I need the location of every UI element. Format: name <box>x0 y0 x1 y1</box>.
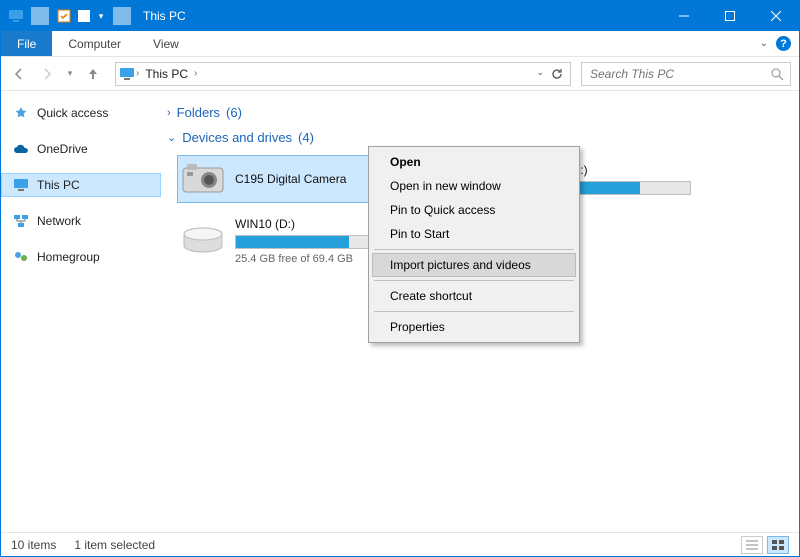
window-title: This PC <box>143 9 186 23</box>
context-menu: Open Open in new window Pin to Quick acc… <box>368 146 580 343</box>
search-input[interactable] <box>588 66 770 82</box>
sidebar-item-network[interactable]: Network <box>1 209 161 233</box>
hard-drive-icon <box>181 221 225 261</box>
ctx-open-new-window[interactable]: Open in new window <box>372 174 576 198</box>
maximize-button[interactable] <box>707 1 753 31</box>
forward-button[interactable] <box>35 62 59 86</box>
group-header-devices[interactable]: ⌄ Devices and drives (4) <box>167 130 783 145</box>
sidebar-item-label: Quick access <box>37 106 108 120</box>
help-icon[interactable]: ? <box>776 36 791 51</box>
tab-computer[interactable]: Computer <box>52 31 137 56</box>
ribbon-expand-icon[interactable]: ⌄ <box>760 38 768 49</box>
refresh-icon[interactable] <box>550 67 564 81</box>
pc-icon <box>118 65 136 83</box>
details-view-button[interactable] <box>741 536 763 554</box>
ctx-pin-quick-access[interactable]: Pin to Quick access <box>372 198 576 222</box>
group-count: (6) <box>226 105 242 120</box>
qat-newfolder-icon[interactable] <box>75 7 93 25</box>
sidebar-item-label: OneDrive <box>37 142 88 156</box>
minimize-button[interactable] <box>661 1 707 31</box>
ctx-pin-to-start[interactable]: Pin to Start <box>372 222 576 246</box>
file-tab[interactable]: File <box>1 31 52 56</box>
tab-view[interactable]: View <box>137 31 195 56</box>
back-button[interactable] <box>7 62 31 86</box>
group-label: Devices and drives <box>182 130 292 145</box>
explorer-window: ▾ This PC File Computer View ⌄ ? <box>0 0 800 557</box>
quick-access-toolbar: ▾ <box>1 7 135 25</box>
navigation-bar: ▾ › This PC › ⌄ <box>1 57 799 91</box>
search-box[interactable] <box>581 62 791 86</box>
address-dropdown-icon[interactable]: ⌄ <box>536 67 544 81</box>
recent-locations-button[interactable]: ▾ <box>63 62 77 86</box>
thumbnails-view-button[interactable] <box>767 536 789 554</box>
chevron-down-icon: ⌄ <box>167 131 176 144</box>
pc-icon <box>13 177 29 193</box>
cloud-icon <box>13 141 29 157</box>
sidebar-item-label: This PC <box>37 178 80 192</box>
status-item-count: 10 items <box>11 538 56 552</box>
status-bar: 10 items 1 item selected <box>1 532 799 556</box>
status-selected-count: 1 item selected <box>74 538 155 552</box>
ctx-open[interactable]: Open <box>372 150 576 174</box>
group-count: (4) <box>298 130 314 145</box>
navigation-pane: Quick access OneDrive This PC Network <box>1 91 161 532</box>
qat-properties-icon[interactable] <box>55 7 73 25</box>
address-bar[interactable]: › This PC › ⌄ <box>115 62 571 86</box>
homegroup-icon <box>13 249 29 265</box>
sidebar-item-label: Homegroup <box>37 250 100 264</box>
sidebar-item-label: Network <box>37 214 81 228</box>
chevron-right-icon[interactable]: › <box>194 68 197 79</box>
camera-icon <box>181 159 225 199</box>
breadcrumb-this-pc[interactable]: This PC <box>139 67 194 81</box>
app-icon <box>7 7 25 25</box>
menu-separator <box>374 249 574 250</box>
search-icon[interactable] <box>770 67 784 81</box>
ctx-import-pictures[interactable]: Import pictures and videos <box>372 253 576 277</box>
network-icon <box>13 213 29 229</box>
up-button[interactable] <box>81 62 105 86</box>
sidebar-item-quick-access[interactable]: Quick access <box>1 101 161 125</box>
ctx-create-shortcut[interactable]: Create shortcut <box>372 284 576 308</box>
qat-dropdown-icon[interactable]: ▾ <box>95 7 107 25</box>
group-header-folders[interactable]: › Folders (6) <box>167 105 783 120</box>
chevron-right-icon: › <box>167 107 171 119</box>
ctx-properties[interactable]: Properties <box>372 315 576 339</box>
sidebar-item-homegroup[interactable]: Homegroup <box>1 245 161 269</box>
close-button[interactable] <box>753 1 799 31</box>
menu-separator <box>374 280 574 281</box>
group-label: Folders <box>177 105 220 120</box>
star-icon <box>13 105 29 121</box>
sidebar-item-onedrive[interactable]: OneDrive <box>1 137 161 161</box>
title-bar: ▾ This PC <box>1 1 799 31</box>
sidebar-item-this-pc[interactable]: This PC <box>1 173 161 197</box>
menu-separator <box>374 311 574 312</box>
ribbon-tabs: File Computer View ⌄ ? <box>1 31 799 57</box>
